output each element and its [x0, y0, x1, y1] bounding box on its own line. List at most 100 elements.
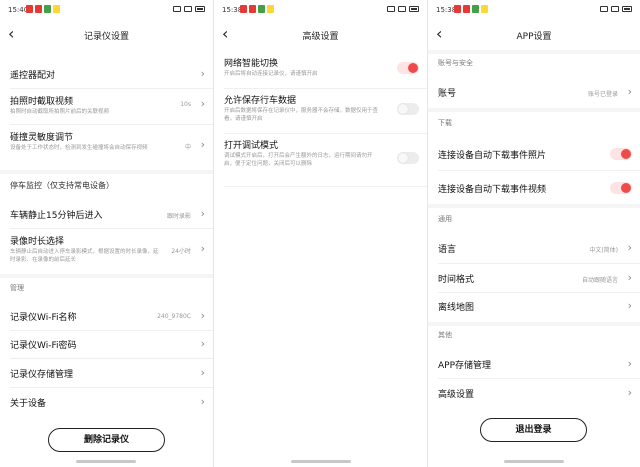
advanced-settings-screen: 15:38 ‹ 高级设置 网络智能切换 开启后将自动连接记录仪，请谨慎开启 允许…	[213, 0, 427, 467]
top-bar: ‹ 记录仪设置	[0, 24, 213, 48]
app-notification-icon	[463, 5, 470, 13]
divider	[224, 186, 427, 187]
wifi-icon	[611, 6, 619, 12]
chevron-right-icon: ›	[200, 395, 205, 408]
recording-duration-row[interactable]: 录像时长选择 车辆静止后自动进入停车录影模式，根据设置的时长录像，延时录影、在录…	[0, 232, 213, 272]
section-divider	[428, 322, 640, 326]
toggle-knob	[398, 153, 408, 163]
time-format-row[interactable]: 时间格式 自动跟随语言 ›	[428, 264, 640, 292]
row-label: 碰撞灵敏度调节	[10, 133, 74, 143]
row-label: 关于设备	[10, 399, 47, 409]
wifi-name-row[interactable]: 记录仪Wi-Fi名称 240_9780C ›	[0, 304, 213, 330]
remote-pairing-row[interactable]: 遥控器配对 ›	[0, 62, 213, 88]
auto-download-video-toggle[interactable]	[610, 182, 632, 194]
row-value: 24小时	[171, 248, 191, 255]
offline-map-row[interactable]: 离线地图 ›	[428, 292, 640, 320]
divider	[10, 330, 213, 331]
storage-management-row[interactable]: 记录仪存储管理 ›	[0, 361, 213, 387]
chevron-right-icon: ›	[627, 299, 632, 312]
home-indicator	[291, 460, 351, 463]
parking-monitor-section-title: 停车监控（仅支持常电设备）	[10, 181, 114, 190]
home-indicator	[504, 460, 564, 463]
network-switch-row: 网络智能切换 开启后将自动连接记录仪，请谨慎开启	[214, 54, 427, 88]
app-notification-icon	[26, 5, 33, 13]
row-value: 账号已登录	[587, 91, 618, 98]
row-value: 自动跟随语言	[581, 277, 618, 284]
app-notification-icon	[481, 5, 488, 13]
wifi-icon	[184, 6, 192, 12]
row-value: 跟时录影	[166, 213, 191, 220]
debug-mode-toggle[interactable]	[397, 152, 419, 164]
advanced-settings-row[interactable]: 高级设置 ›	[428, 379, 640, 407]
toggle-knob	[621, 183, 631, 193]
app-notification-icon	[472, 5, 479, 13]
row-value: 10s	[180, 101, 191, 108]
home-indicator	[76, 460, 136, 463]
chevron-right-icon: ›	[200, 242, 205, 255]
row-label: 连接设备自动下载事件照片	[438, 151, 547, 161]
row-label: 车辆静止15分钟后进入	[10, 211, 103, 221]
row-label: 离线地图	[438, 303, 475, 313]
account-row[interactable]: 账号 账号已登录 ›	[428, 78, 640, 106]
chevron-right-icon: ›	[200, 337, 205, 350]
save-driving-data-toggle[interactable]	[397, 103, 419, 115]
row-description: 车辆静止后自动进入停车录影模式，根据设置的时长录像，延时录影、在录像的前后延长	[10, 249, 159, 263]
toggle-knob	[398, 104, 408, 114]
chevron-right-icon: ›	[200, 207, 205, 220]
row-label: 语言	[438, 245, 457, 255]
row-label: 连接设备自动下载事件视频	[438, 185, 547, 195]
logout-button[interactable]: 退出登录	[480, 418, 587, 442]
app-notification-icon	[258, 5, 265, 13]
row-description: 调试模式开启后，打开后会产生额外的日志，运行期间请勿开启，便于定位问题，关闭后可…	[224, 153, 373, 167]
wifi-password-row[interactable]: 记录仪Wi-Fi密码 ›	[0, 332, 213, 358]
status-app-icons	[240, 5, 274, 13]
section-divider	[0, 170, 213, 174]
row-label: 高级设置	[438, 390, 475, 400]
parking-enter-row[interactable]: 车辆静止15分钟后进入 跟时录影 ›	[0, 202, 213, 228]
system-icons	[387, 6, 419, 12]
capture-video-row[interactable]: 拍照时截取视频 拍照时自动截取所拍照片前后的关联视频 10s ›	[0, 92, 213, 124]
about-device-row[interactable]: 关于设备 ›	[0, 390, 213, 416]
divider	[438, 170, 640, 171]
section-divider	[0, 274, 213, 278]
divider	[10, 228, 213, 229]
row-label: 打开调试模式	[224, 141, 279, 151]
row-label: 网络智能切换	[224, 59, 279, 69]
app-storage-row[interactable]: APP存储管理 ›	[428, 350, 640, 378]
app-notification-icon	[44, 5, 51, 13]
chevron-right-icon: ›	[200, 309, 205, 322]
status-app-icons	[454, 5, 488, 13]
status-bar: 15:38	[214, 4, 427, 18]
system-icons	[173, 6, 205, 12]
page-title: APP设置	[516, 32, 552, 42]
chevron-right-icon: ›	[200, 67, 205, 80]
status-bar: 15:40	[0, 4, 213, 18]
row-label: 记录仪Wi-Fi名称	[10, 313, 77, 323]
network-switch-toggle[interactable]	[397, 62, 419, 74]
chevron-right-icon: ›	[627, 271, 632, 284]
divider	[10, 358, 213, 359]
delete-dashcam-button[interactable]: 删除记录仪	[48, 428, 165, 452]
app-notification-icon	[267, 5, 274, 13]
manage-section-title: 管理	[10, 284, 24, 292]
debug-mode-row: 打开调试模式 调试模式开启后，打开后会产生额外的日志，运行期间请勿开启，便于定位…	[214, 136, 427, 186]
row-label: 拍照时截取视频	[10, 97, 74, 107]
page-title: 高级设置	[302, 32, 339, 42]
auto-download-video-row: 连接设备自动下载事件视频	[428, 174, 640, 202]
divider	[224, 88, 427, 89]
chevron-right-icon: ›	[200, 97, 205, 110]
row-label: 遥控器配对	[10, 71, 56, 81]
row-label: 允许保存行车数据	[224, 96, 297, 106]
row-label: 记录仪Wi-Fi密码	[10, 341, 77, 351]
language-row[interactable]: 语言 中文(简体) ›	[428, 234, 640, 262]
app-notification-icon	[249, 5, 256, 13]
system-icons	[600, 6, 632, 12]
collision-sensitivity-row[interactable]: 碰撞灵敏度调节 设备处于工作状态时，检测到发生碰撞将会自动保存视频 中 ›	[0, 128, 213, 168]
page-title: 记录仪设置	[83, 32, 129, 42]
app-notification-icon	[53, 5, 60, 13]
battery-icon	[195, 6, 205, 12]
row-description: 开启后数据将保存在记录仪中，服务器不会存储，数据仅用于查看，请谨慎开启	[224, 108, 379, 122]
row-description: 拍照时自动截取所拍照片前后的关联视频	[10, 109, 110, 115]
auto-download-photo-toggle[interactable]	[610, 148, 632, 160]
row-label: 时间格式	[438, 275, 475, 285]
